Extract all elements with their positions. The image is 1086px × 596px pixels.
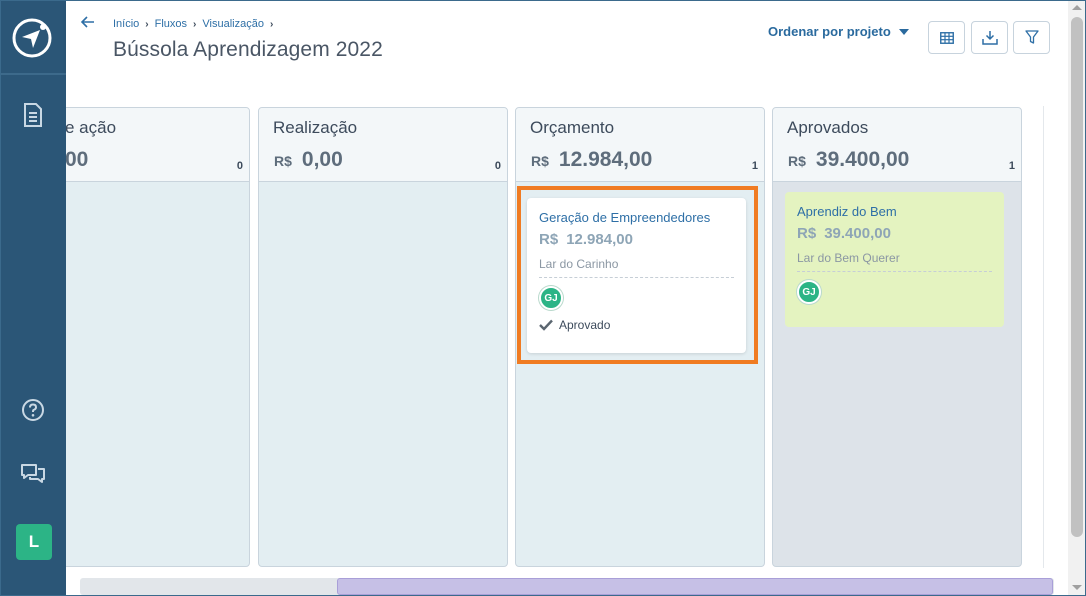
column-currency: R$	[531, 153, 549, 169]
column-total: 00	[66, 148, 88, 172]
page-title: Bússola Aprendizagem 2022	[113, 38, 383, 61]
column-total: R$ 0,00	[274, 148, 343, 172]
column-header: Realização R$ 0,00 0	[259, 108, 507, 182]
card-currency: R$	[539, 231, 559, 248]
download-icon	[981, 31, 998, 45]
page-header: Início › Fluxos › Visualização › Bússola…	[66, 0, 1068, 76]
back-arrow-icon[interactable]	[80, 14, 96, 30]
user-avatar[interactable]: L	[16, 524, 52, 560]
column-title: Aprovados	[787, 118, 869, 137]
column-total: R$ 12.984,00	[531, 148, 652, 172]
document-icon[interactable]	[19, 101, 47, 129]
column-currency: R$	[788, 153, 806, 169]
column-total-value: 12.984,00	[558, 148, 653, 171]
breadcrumb-fluxos[interactable]: Fluxos	[155, 18, 187, 30]
card-total: R$ 12.984,00	[539, 231, 734, 248]
horizontal-scrollbar[interactable]	[80, 578, 1054, 595]
column-count: 0	[494, 160, 501, 172]
card-total: R$ 39.400,00	[797, 225, 992, 242]
card-title[interactable]: Geração de Empreendedores	[539, 210, 734, 225]
sort-label: Ordenar por projeto	[768, 24, 891, 39]
download-button[interactable]	[971, 21, 1008, 54]
card-status: Aprovado	[539, 318, 734, 332]
card-total-value: 39.400,00	[824, 225, 891, 242]
breadcrumb: Início › Fluxos › Visualização ›	[113, 18, 273, 30]
column-count: 0	[236, 160, 243, 172]
card-status-label: Aprovado	[559, 318, 611, 332]
chevron-right-icon: ›	[269, 18, 274, 30]
card-organization: Lar do Carinho	[539, 257, 734, 278]
chevron-right-icon: ›	[193, 18, 197, 30]
column-aprovados: Aprovados R$ 39.400,00 1 Aprendiz do Bem…	[772, 107, 1022, 567]
column-count: 1	[1008, 160, 1015, 172]
project-card[interactable]: Geração de Empreendedores R$ 12.984,00 L…	[527, 198, 746, 353]
column-currency: R$	[274, 153, 292, 169]
help-icon[interactable]	[19, 396, 47, 424]
column-realizacao: Realização R$ 0,00 0	[258, 107, 508, 567]
vertical-scrollbar[interactable]	[1068, 0, 1086, 596]
chevron-right-icon: ›	[145, 18, 149, 30]
caret-down-icon	[898, 28, 909, 35]
card-title[interactable]: Aprendiz do Bem	[797, 204, 992, 219]
sidebar-divider	[0, 73, 66, 75]
column-header: Orçamento R$ 12.984,00 1	[516, 108, 764, 182]
user-avatar[interactable]: GJ	[539, 286, 563, 310]
filter-icon	[1024, 30, 1039, 44]
card-currency: R$	[797, 225, 817, 242]
column-total-value: 00	[66, 148, 89, 171]
card-total-value: 12.984,00	[566, 231, 633, 248]
kanban-board: e ação 00 0 Realização R$ 0,00 0 Orçamen…	[66, 76, 1068, 578]
scroll-down-icon[interactable]	[1072, 585, 1082, 590]
breadcrumb-inicio[interactable]: Início	[113, 18, 139, 30]
checkmark-icon	[539, 319, 553, 331]
user-avatar[interactable]: GJ	[797, 280, 821, 304]
card-organization: Lar do Bem Querer	[797, 251, 992, 272]
column-acao: e ação 00 0	[66, 107, 250, 567]
filter-button[interactable]	[1013, 21, 1050, 54]
column-title: Orçamento	[530, 118, 615, 137]
chat-icon[interactable]	[19, 459, 47, 487]
sidebar: L	[0, 0, 66, 596]
column-title: Realização	[273, 118, 358, 137]
sort-dropdown[interactable]: Ordenar por projeto	[768, 24, 909, 39]
table-view-icon	[939, 31, 954, 44]
project-card[interactable]: Aprendiz do Bem R$ 39.400,00 Lar do Bem …	[785, 192, 1004, 327]
compass-logo-icon[interactable]	[12, 18, 52, 58]
column-total: R$ 39.400,00	[788, 148, 909, 172]
board-edge	[1043, 106, 1044, 568]
column-header: Aprovados R$ 39.400,00 1	[773, 108, 1021, 182]
column-count: 1	[751, 160, 758, 172]
horizontal-scrollbar-thumb[interactable]	[337, 578, 1053, 595]
column-total-value: 0,00	[301, 148, 343, 171]
column-orcamento: Orçamento R$ 12.984,00 1 Geração de Empr…	[515, 107, 765, 567]
table-view-button[interactable]	[928, 21, 965, 54]
column-total-value: 39.400,00	[815, 148, 910, 171]
column-title: e ação	[66, 118, 117, 137]
vertical-scrollbar-thumb[interactable]	[1071, 17, 1083, 537]
scroll-up-icon[interactable]	[1072, 5, 1082, 10]
column-header: e ação 00 0	[66, 108, 249, 182]
breadcrumb-visualizacao[interactable]: Visualização	[202, 18, 264, 30]
